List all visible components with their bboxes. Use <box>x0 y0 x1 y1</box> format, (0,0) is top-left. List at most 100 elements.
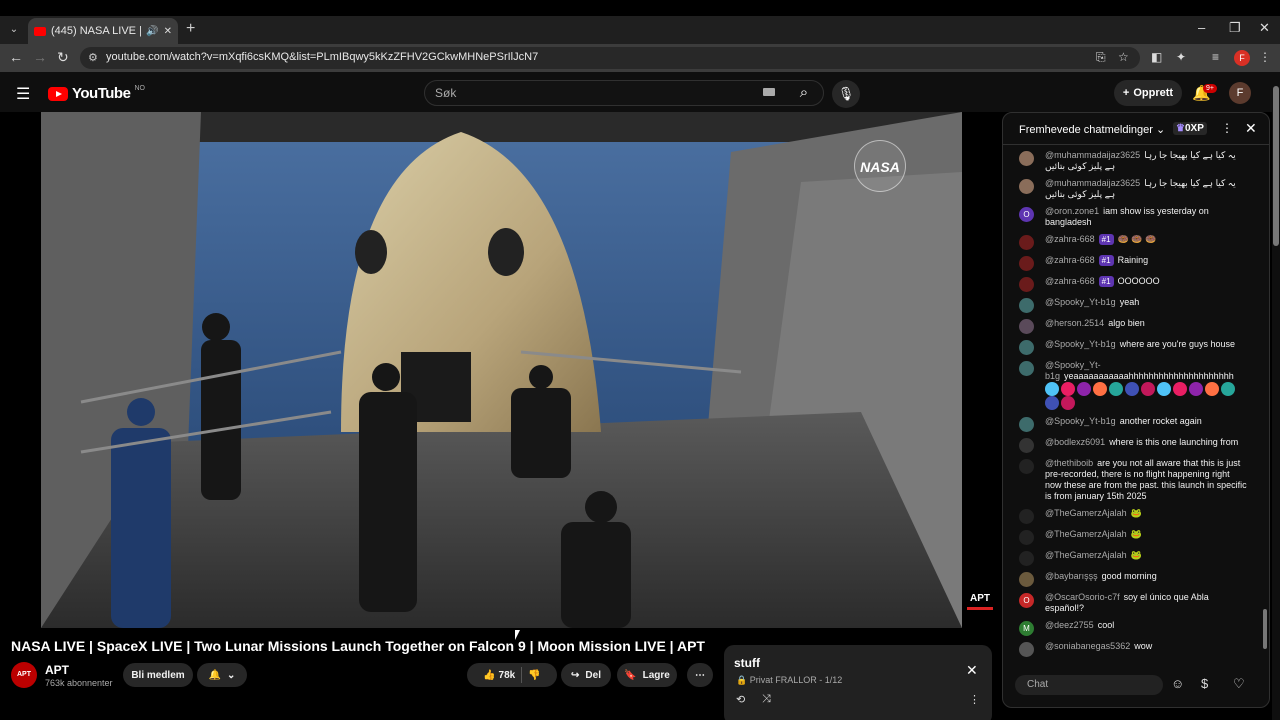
chat-message[interactable]: @Spooky_Yt-b1g yeaaaaaaaaaaahhhhhhhhhhhhh… <box>1003 357 1269 413</box>
chat-author-avatar[interactable] <box>1019 438 1034 453</box>
chat-author-name[interactable]: @TheGamerzAjalah <box>1045 550 1127 560</box>
chat-author-name[interactable]: @bodlexz6091 <box>1045 437 1105 447</box>
back-icon[interactable]: ← <box>9 49 23 65</box>
chat-message[interactable]: M @deez2755 cool <box>1003 617 1269 638</box>
chat-author-avatar[interactable] <box>1019 572 1034 587</box>
page-scrollbar[interactable] <box>1272 72 1280 720</box>
chat-message[interactable]: @TheGamerzAjalah 🐸 <box>1003 547 1269 568</box>
loop-icon[interactable]: ⟲ <box>736 693 745 706</box>
chat-author-avatar[interactable] <box>1019 277 1034 292</box>
new-tab-icon[interactable]: + <box>186 20 195 38</box>
install-app-icon[interactable]: ⎘ <box>1096 50 1106 65</box>
join-button[interactable]: Bli medlem <box>123 663 193 687</box>
chat-author-name[interactable]: @muhammadaijaz3625 <box>1045 150 1140 160</box>
bookmark-star-icon[interactable]: ☆ <box>1118 50 1129 64</box>
chat-message[interactable]: @soniabanegas5362 wow <box>1003 638 1269 659</box>
points-badge[interactable]: ♛0XP <box>1173 122 1207 135</box>
voice-search-button[interactable]: 🎙 <box>832 80 860 108</box>
chat-message[interactable]: @zahra-668 #1 Raining <box>1003 252 1269 273</box>
chat-message[interactable]: @zahra-668 #1 OOOOOO <box>1003 273 1269 294</box>
tab-search-chevron-icon[interactable]: ⌄ <box>6 22 22 38</box>
keyboard-icon[interactable] <box>763 88 775 96</box>
reload-icon[interactable]: ↻ <box>57 49 69 66</box>
chat-author-avatar[interactable] <box>1019 235 1034 250</box>
playlist-close-icon[interactable]: ✕ <box>966 662 978 679</box>
create-button[interactable]: + Opprett <box>1114 80 1182 106</box>
chat-message[interactable]: @baybarışşş good morning <box>1003 568 1269 589</box>
menu-hamburger-icon[interactable]: ☰ <box>16 84 30 104</box>
super-chat-icon[interactable]: $ <box>1201 676 1208 691</box>
chat-author-name[interactable]: @Spooky_Yt-b1g <box>1045 416 1116 426</box>
audio-playing-icon[interactable]: 🔊 <box>146 26 158 37</box>
minimize-icon[interactable]: – <box>1198 20 1205 35</box>
channel-name[interactable]: APT <box>45 663 69 677</box>
chat-author-name[interactable]: @herson.2514 <box>1045 318 1104 328</box>
chat-input[interactable]: Chat <box>1015 675 1163 695</box>
playlist-menu-icon[interactable]: ⋮ <box>969 693 980 706</box>
chat-message[interactable]: @Spooky_Yt-b1g yeah <box>1003 294 1269 315</box>
chat-close-icon[interactable]: ✕ <box>1245 120 1257 137</box>
chat-message[interactable]: @thethiboib are you not all aware that th… <box>1003 455 1269 505</box>
chat-scrollbar-thumb[interactable] <box>1263 609 1267 649</box>
chat-author-avatar[interactable] <box>1019 459 1034 474</box>
media-controls-icon[interactable]: ≡ <box>1212 50 1219 64</box>
chat-author-avatar[interactable] <box>1019 179 1034 194</box>
chat-author-avatar[interactable]: O <box>1019 207 1034 222</box>
chat-author-avatar[interactable] <box>1019 642 1034 657</box>
more-actions-button[interactable]: ⋯ <box>687 663 713 687</box>
chat-author-name[interactable]: @Spooky_Yt-b1g <box>1045 297 1116 307</box>
save-button[interactable]: 🔖 Lagre <box>617 663 677 687</box>
chat-author-avatar[interactable] <box>1019 551 1034 566</box>
account-avatar[interactable]: F <box>1229 82 1251 104</box>
chat-message[interactable]: @Spooky_Yt-b1g where are you're guys hous… <box>1003 336 1269 357</box>
chat-author-name[interactable]: @zahra-668 <box>1045 255 1095 265</box>
chat-author-name[interactable]: @OscarOsorio-c7f <box>1045 592 1120 602</box>
chat-author-name[interactable]: @zahra-668 <box>1045 276 1095 286</box>
heart-icon[interactable]: ♡ <box>1233 676 1245 692</box>
chat-author-avatar[interactable]: O <box>1019 593 1034 608</box>
chat-author-avatar[interactable] <box>1019 361 1034 376</box>
playlist-title[interactable]: stuff <box>734 656 760 670</box>
window-close-icon[interactable]: ✕ <box>1259 20 1270 36</box>
chat-author-avatar[interactable] <box>1019 417 1034 432</box>
extension-icon[interactable]: ◧ <box>1151 50 1162 64</box>
site-info-icon[interactable]: ⚙ <box>88 51 98 64</box>
search-button[interactable]: ⌕ <box>786 81 822 105</box>
chat-message[interactable]: @bodlexz6091 where is this one launching … <box>1003 434 1269 455</box>
video-player[interactable] <box>41 112 962 628</box>
chat-author-avatar[interactable] <box>1019 256 1034 271</box>
like-button[interactable]: 👍 78k <box>483 670 515 681</box>
extensions-puzzle-icon[interactable]: ✦ <box>1176 50 1186 64</box>
share-button[interactable]: ↪ Del <box>561 663 611 687</box>
chat-message[interactable]: @herson.2514 algo bien <box>1003 315 1269 336</box>
browser-profile-avatar[interactable]: F <box>1234 50 1250 66</box>
chat-author-avatar[interactable] <box>1019 298 1034 313</box>
chat-author-avatar[interactable]: M <box>1019 621 1034 636</box>
browser-tab-active[interactable]: (445) NASA LIVE | SpaceX LI 🔊 ✕ <box>28 18 178 44</box>
chat-author-name[interactable]: @thethiboib <box>1045 458 1093 468</box>
chat-message[interactable]: @zahra-668 #1 🍩 🍩 🍩 <box>1003 231 1269 252</box>
chat-scrollbar[interactable] <box>1263 149 1267 659</box>
chat-author-avatar[interactable] <box>1019 509 1034 524</box>
chat-message[interactable]: @Spooky_Yt-b1g another rocket again <box>1003 413 1269 434</box>
chat-author-name[interactable]: @soniabanegas5362 <box>1045 641 1130 651</box>
chat-author-name[interactable]: @oron.zone1 <box>1045 206 1099 216</box>
chat-message[interactable]: @TheGamerzAjalah 🐸 <box>1003 505 1269 526</box>
chat-message[interactable]: @muhammadaijaz3625 یہ کیا ہے کیا بھیجا جا… <box>1003 147 1269 175</box>
channel-avatar[interactable]: APT <box>11 662 37 688</box>
restore-icon[interactable]: ❐ <box>1229 20 1241 36</box>
chat-author-avatar[interactable] <box>1019 319 1034 334</box>
tab-close-icon[interactable]: ✕ <box>164 26 172 37</box>
forward-icon[interactable]: → <box>33 49 47 65</box>
search-input[interactable]: Søk <box>424 80 824 106</box>
chat-mode-dropdown[interactable]: Fremhevede chatmeldinger ⌄ <box>1019 123 1165 136</box>
dislike-button[interactable]: 👎 <box>528 670 540 681</box>
chat-author-name[interactable]: @TheGamerzAjalah <box>1045 529 1127 539</box>
chat-message[interactable]: @TheGamerzAjalah 🐸 <box>1003 526 1269 547</box>
chat-author-name[interactable]: @TheGamerzAjalah <box>1045 508 1127 518</box>
chat-message[interactable]: O @OscarOsorio-c7f soy el único que Abla e… <box>1003 589 1269 617</box>
chat-message[interactable]: @muhammadaijaz3625 یہ کیا ہے کیا بھیجا جا… <box>1003 175 1269 203</box>
chat-author-name[interactable]: @Spooky_Yt-b1g <box>1045 339 1116 349</box>
chat-author-name[interactable]: @muhammadaijaz3625 <box>1045 178 1140 188</box>
chat-author-avatar[interactable] <box>1019 530 1034 545</box>
